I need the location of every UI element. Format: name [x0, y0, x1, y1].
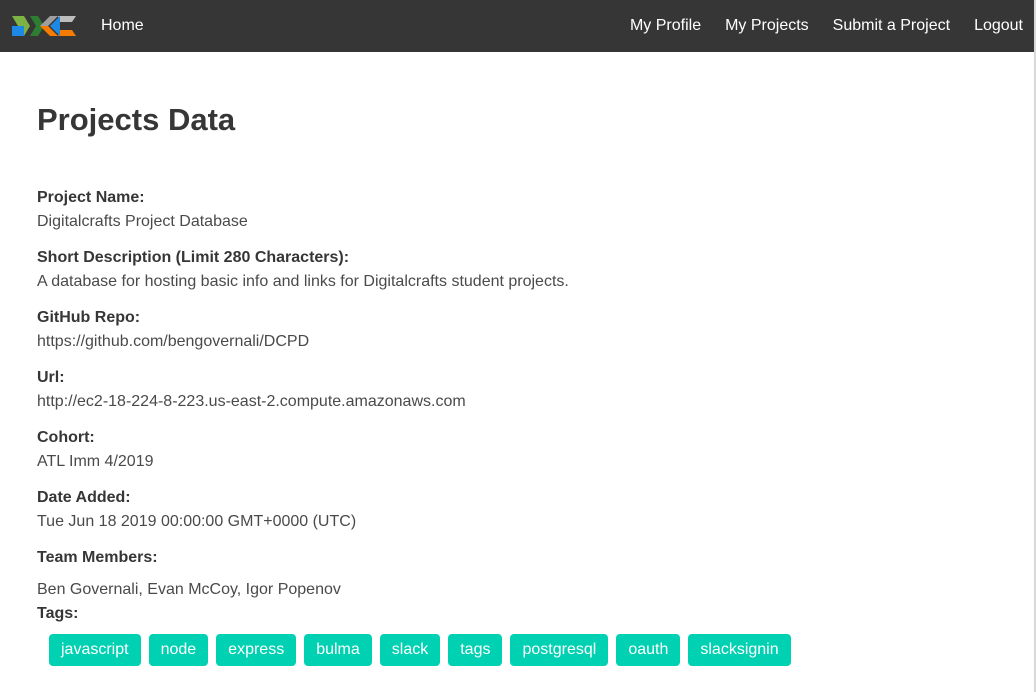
field-value: Digitalcrafts Project Database	[37, 213, 248, 230]
nav-right-menu: My Profile My Projects Submit a Project …	[606, 0, 1023, 52]
tags-label: Tags:	[37, 605, 79, 622]
field-value: A database for hosting basic info and li…	[37, 273, 569, 290]
field-team-members: Team Members: Ben Governali, Evan McCoy,…	[37, 546, 1017, 602]
field-label: Project Name:	[37, 189, 145, 206]
field-value: ATL Imm 4/2019	[37, 453, 154, 470]
tag-javascript[interactable]: javascript	[49, 634, 141, 666]
nav-home-link[interactable]: Home	[101, 0, 144, 52]
project-fields: Project Name: Digitalcrafts Project Data…	[37, 186, 1017, 666]
field-short-description: Short Description (Limit 280 Characters)…	[37, 246, 1017, 294]
nav-my-profile-link[interactable]: My Profile	[630, 0, 701, 52]
field-cohort: Cohort: ATL Imm 4/2019	[37, 426, 1017, 474]
digitalcrafts-logo-icon[interactable]	[10, 12, 78, 40]
tag-bulma[interactable]: bulma	[304, 634, 372, 666]
nav-logout-link[interactable]: Logout	[974, 0, 1023, 52]
field-label: Team Members:	[37, 549, 158, 566]
field-value: https://github.com/bengovernali/DCPD	[37, 333, 310, 350]
tag-express[interactable]: express	[216, 634, 297, 666]
nav-my-projects-link[interactable]: My Projects	[725, 0, 809, 52]
tag-slack[interactable]: slack	[379, 634, 441, 666]
tag-list: javascript node express bulma slack tags…	[49, 634, 1017, 666]
field-tags: Tags: javascript node express bulma slac…	[37, 602, 1017, 666]
main-content: Projects Data Project Name: Digitalcraft…	[37, 100, 1017, 666]
tag-postgresql[interactable]: postgresql	[510, 634, 609, 666]
field-url: Url: http://ec2-18-224-8-223.us-east-2.c…	[37, 366, 1017, 414]
field-github-repo: GitHub Repo: https://github.com/bengover…	[37, 306, 1017, 354]
page-title: Projects Data	[37, 102, 236, 137]
field-label: Short Description (Limit 280 Characters)…	[37, 249, 350, 266]
field-label: GitHub Repo:	[37, 309, 141, 326]
field-value: http://ec2-18-224-8-223.us-east-2.comput…	[37, 393, 466, 410]
field-project-name: Project Name: Digitalcrafts Project Data…	[37, 186, 1017, 234]
field-label: Date Added:	[37, 489, 131, 506]
field-value: Tue Jun 18 2019 00:00:00 GMT+0000 (UTC)	[37, 513, 357, 530]
tag-oauth[interactable]: oauth	[616, 634, 681, 666]
field-label: Cohort:	[37, 429, 95, 446]
field-label: Url:	[37, 369, 65, 386]
tag-slacksignin[interactable]: slacksignin	[688, 634, 791, 666]
tag-node[interactable]: node	[148, 634, 209, 666]
tag-tags[interactable]: tags	[448, 634, 503, 666]
field-date-added: Date Added: Tue Jun 18 2019 00:00:00 GMT…	[37, 486, 1017, 534]
top-navbar: Home My Profile My Projects Submit a Pro…	[0, 0, 1034, 52]
team-members-value: Ben Governali, Evan McCoy, Igor Popenov	[37, 581, 341, 598]
nav-submit-project-link[interactable]: Submit a Project	[833, 0, 950, 52]
